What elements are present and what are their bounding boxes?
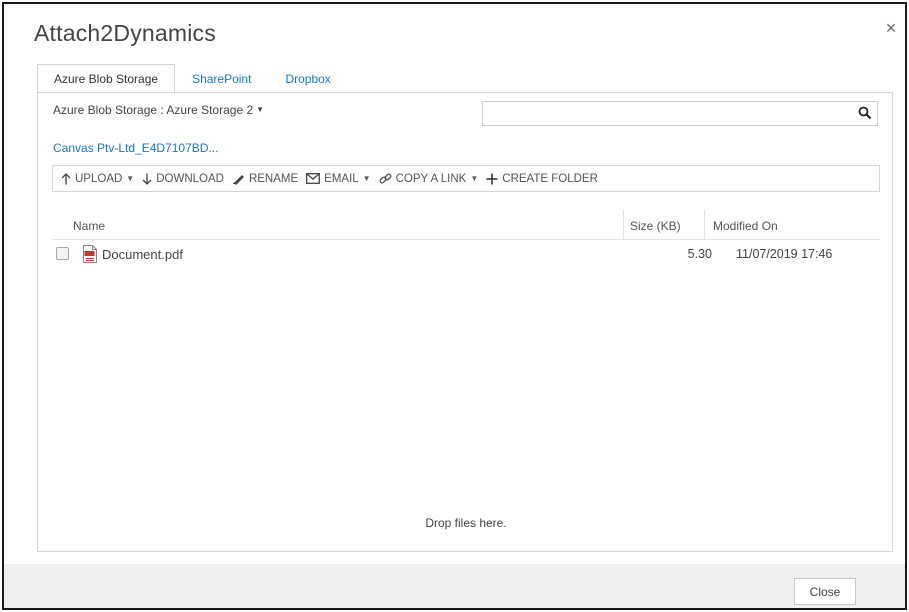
column-divider[interactable] bbox=[623, 210, 624, 239]
breadcrumb-folder-link[interactable]: Canvas Ptv-Ltd_E4D7107BD... bbox=[53, 141, 218, 155]
column-divider[interactable] bbox=[704, 210, 705, 239]
column-header-name[interactable]: Name bbox=[73, 219, 105, 233]
download-label: DOWNLOAD bbox=[156, 172, 224, 185]
search-input[interactable] bbox=[483, 102, 843, 125]
create-folder-button[interactable]: CREATE FOLDER bbox=[486, 173, 598, 185]
attach2dynamics-dialog: Attach2Dynamics × Azure Blob Storage Sha… bbox=[2, 2, 907, 610]
pdf-file-icon bbox=[83, 245, 97, 263]
dialog-footer: Close bbox=[4, 564, 905, 608]
email-button[interactable]: EMAIL ▼ bbox=[306, 172, 371, 185]
search-box bbox=[482, 101, 878, 126]
column-header-size[interactable]: Size (KB) bbox=[630, 219, 681, 233]
file-list-header: Name Size (KB) Modified On bbox=[52, 210, 880, 240]
tab-panel: Azure Blob Storage : Azure Storage 2 ▼ Ca… bbox=[37, 92, 893, 552]
file-name[interactable]: Document.pdf bbox=[102, 247, 183, 262]
tab-azure-blob-storage[interactable]: Azure Blob Storage bbox=[37, 64, 176, 93]
upload-label: UPLOAD bbox=[75, 172, 123, 185]
file-size: 5.30 bbox=[687, 247, 712, 261]
rename-label: RENAME bbox=[248, 172, 299, 185]
chevron-down-icon: ▼ bbox=[126, 174, 135, 183]
dialog-title: Attach2Dynamics bbox=[34, 20, 216, 46]
column-header-modified[interactable]: Modified On bbox=[713, 219, 778, 233]
close-icon[interactable]: × bbox=[881, 18, 901, 38]
row-checkbox[interactable] bbox=[56, 247, 69, 260]
file-modified-date: 11/07/2019 17:46 bbox=[736, 247, 833, 261]
chevron-down-icon: ▼ bbox=[470, 174, 479, 183]
link-icon bbox=[379, 173, 392, 184]
chevron-down-icon: ▼ bbox=[362, 174, 371, 183]
download-button[interactable]: DOWNLOAD bbox=[142, 173, 224, 185]
rename-button[interactable]: RENAME bbox=[232, 173, 298, 185]
file-row[interactable]: Document.pdf 5.30 11/07/2019 17:46 bbox=[52, 243, 880, 267]
upload-button[interactable]: UPLOAD ▼ bbox=[61, 173, 134, 185]
drop-zone-text[interactable]: Drop files here. bbox=[38, 516, 894, 530]
copy-link-label: COPY A LINK bbox=[395, 172, 467, 185]
arrow-up-icon bbox=[61, 172, 71, 184]
close-button[interactable]: Close bbox=[794, 578, 856, 605]
chevron-down-icon: ▼ bbox=[256, 105, 265, 114]
envelope-icon bbox=[306, 173, 321, 184]
storage-account-dropdown[interactable]: Azure Blob Storage : Azure Storage 2 ▼ bbox=[53, 103, 264, 117]
tab-dropbox[interactable]: Dropbox bbox=[268, 64, 347, 93]
email-label: EMAIL bbox=[324, 172, 359, 185]
search-icon[interactable] bbox=[858, 106, 872, 120]
storage-tabs: Azure Blob Storage SharePoint Dropbox bbox=[37, 64, 348, 93]
plus-icon bbox=[486, 173, 498, 184]
pencil-icon bbox=[232, 174, 244, 185]
storage-account-label: Azure Blob Storage : Azure Storage 2 bbox=[53, 103, 254, 117]
create-folder-label: CREATE FOLDER bbox=[502, 172, 598, 185]
file-toolbar: UPLOAD ▼ DOWNLOAD RENAME EMAIL ▼ COPY A … bbox=[52, 165, 880, 192]
arrow-down-icon bbox=[142, 173, 152, 185]
tab-sharepoint[interactable]: SharePoint bbox=[175, 64, 268, 93]
copy-link-button[interactable]: COPY A LINK ▼ bbox=[379, 172, 479, 185]
